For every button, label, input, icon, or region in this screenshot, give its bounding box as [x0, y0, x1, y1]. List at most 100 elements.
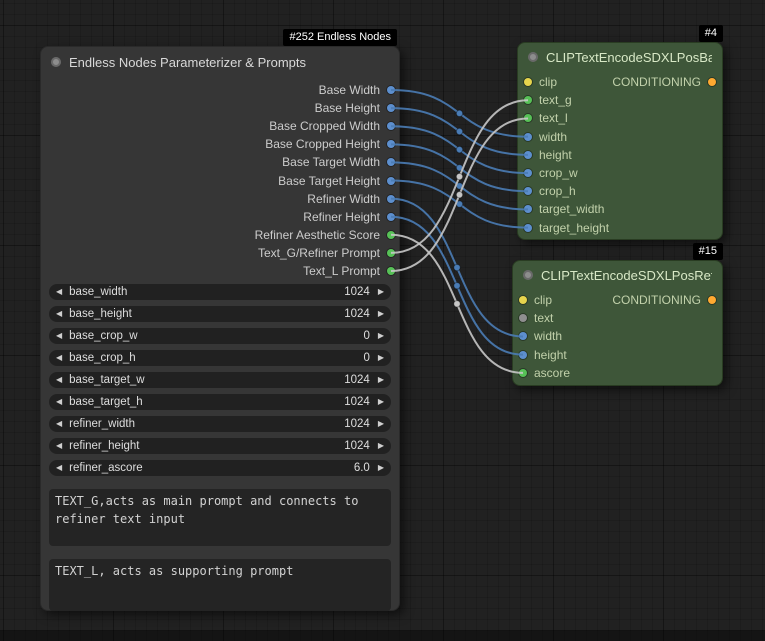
slot-dot[interactable]	[519, 369, 527, 377]
input-slot-text[interactable]: text	[513, 309, 722, 327]
collapse-dot[interactable]	[51, 57, 61, 67]
slot-dot[interactable]	[387, 195, 395, 203]
slot-dot[interactable]	[387, 140, 395, 148]
decrement-arrow-icon[interactable]: ◀	[56, 398, 62, 406]
input-slot-text_l[interactable]: text_l	[518, 109, 722, 127]
slot-dot[interactable]	[387, 158, 395, 166]
slot-dot[interactable]	[387, 249, 395, 257]
widget-value[interactable]: 1024	[344, 286, 370, 298]
collapse-dot[interactable]	[523, 270, 533, 280]
widget-value[interactable]: 1024	[344, 308, 370, 320]
slot-dot[interactable]	[519, 351, 527, 359]
input-slot-height[interactable]: height	[518, 146, 722, 164]
output-slot-conditioning[interactable]: CONDITIONING	[612, 73, 722, 91]
slot-dot[interactable]	[519, 314, 527, 322]
text-widget[interactable]: TEXT_L, acts as supporting prompt	[49, 559, 391, 611]
input-slot-ascore[interactable]: ascore	[513, 364, 722, 382]
node-graph-canvas[interactable]: Endless Nodes Parameterizer & Prompts Ba…	[0, 0, 765, 641]
widget-base_target_w[interactable]: ◀base_target_w1024▶	[49, 372, 391, 388]
slot-dot[interactable]	[387, 267, 395, 275]
slot-dot[interactable]	[708, 78, 716, 86]
slot-dot[interactable]	[524, 133, 532, 141]
output-slot[interactable]: Text_G/Refiner Prompt	[41, 244, 399, 262]
output-slot[interactable]: Base Width	[41, 81, 399, 99]
widget-base_crop_h[interactable]: ◀base_crop_h0▶	[49, 350, 391, 366]
base-node-header[interactable]: CLIPTextEncodeSDXLPosBase	[518, 43, 722, 71]
input-slot-crop_w[interactable]: crop_w	[518, 164, 722, 182]
increment-arrow-icon[interactable]: ▶	[378, 442, 384, 450]
widget-value[interactable]: 1024	[344, 418, 370, 430]
input-slot-target_height[interactable]: target_height	[518, 219, 722, 237]
increment-arrow-icon[interactable]: ▶	[378, 376, 384, 384]
output-slot[interactable]: Refiner Aesthetic Score	[41, 226, 399, 244]
widget-value[interactable]: 0	[363, 330, 369, 342]
slot-dot[interactable]	[387, 122, 395, 130]
output-slot[interactable]: Base Target Width	[41, 153, 399, 171]
decrement-arrow-icon[interactable]: ◀	[56, 464, 62, 472]
input-slot-width[interactable]: width	[518, 128, 722, 146]
slot-dot[interactable]	[524, 224, 532, 232]
slot-dot[interactable]	[519, 296, 527, 304]
input-slot-crop_h[interactable]: crop_h	[518, 182, 722, 200]
increment-arrow-icon[interactable]: ▶	[378, 464, 384, 472]
output-slot[interactable]: Text_L Prompt	[41, 262, 399, 280]
slot-dot[interactable]	[519, 332, 527, 340]
output-slot-conditioning[interactable]: CONDITIONING	[612, 291, 722, 309]
slot-dot[interactable]	[708, 296, 716, 304]
widget-base_crop_w[interactable]: ◀base_crop_w0▶	[49, 328, 391, 344]
increment-arrow-icon[interactable]: ▶	[378, 310, 384, 318]
increment-arrow-icon[interactable]: ▶	[378, 332, 384, 340]
output-slot[interactable]: Refiner Width	[41, 190, 399, 208]
decrement-arrow-icon[interactable]: ◀	[56, 354, 62, 362]
refiner-node-header[interactable]: CLIPTextEncodeSDXLPosRefiner	[513, 261, 722, 289]
text-widget[interactable]: TEXT_G,acts as main prompt and connects …	[49, 489, 391, 546]
widget-value[interactable]: 1024	[344, 396, 370, 408]
widget-value[interactable]: 1024	[344, 440, 370, 452]
widget-value[interactable]: 1024	[344, 374, 370, 386]
slot-dot[interactable]	[524, 187, 532, 195]
increment-arrow-icon[interactable]: ▶	[378, 420, 384, 428]
widget-base_height[interactable]: ◀base_height1024▶	[49, 306, 391, 322]
slot-dot[interactable]	[524, 78, 532, 86]
slot-dot[interactable]	[524, 205, 532, 213]
input-slot-text_g[interactable]: text_g	[518, 91, 722, 109]
widget-refiner_width[interactable]: ◀refiner_width1024▶	[49, 416, 391, 432]
widget-base_width[interactable]: ◀base_width1024▶	[49, 284, 391, 300]
decrement-arrow-icon[interactable]: ◀	[56, 420, 62, 428]
slot-dot[interactable]	[387, 86, 395, 94]
increment-arrow-icon[interactable]: ▶	[378, 398, 384, 406]
collapse-dot[interactable]	[528, 52, 538, 62]
increment-arrow-icon[interactable]: ▶	[378, 288, 384, 296]
widget-refiner_ascore[interactable]: ◀refiner_ascore6.0▶	[49, 460, 391, 476]
input-slot-width[interactable]: width	[513, 327, 722, 345]
output-slot[interactable]: Base Target Height	[41, 171, 399, 189]
output-slot[interactable]: Refiner Height	[41, 208, 399, 226]
output-slot[interactable]: Base Cropped Width	[41, 117, 399, 135]
decrement-arrow-icon[interactable]: ◀	[56, 288, 62, 296]
slot-dot[interactable]	[387, 177, 395, 185]
decrement-arrow-icon[interactable]: ◀	[56, 310, 62, 318]
decrement-arrow-icon[interactable]: ◀	[56, 442, 62, 450]
increment-arrow-icon[interactable]: ▶	[378, 354, 384, 362]
slot-dot[interactable]	[524, 96, 532, 104]
slot-dot[interactable]	[524, 114, 532, 122]
decrement-arrow-icon[interactable]: ◀	[56, 376, 62, 384]
param-node-header[interactable]: Endless Nodes Parameterizer & Prompts	[41, 47, 399, 77]
output-slot[interactable]: Base Cropped Height	[41, 135, 399, 153]
input-slot-target_width[interactable]: target_width	[518, 200, 722, 218]
slot-dot[interactable]	[387, 213, 395, 221]
widget-base_target_h[interactable]: ◀base_target_h1024▶	[49, 394, 391, 410]
node-clip-encode-refiner[interactable]: CLIPTextEncodeSDXLPosRefiner CONDITIONIN…	[512, 260, 723, 386]
slot-dot[interactable]	[524, 169, 532, 177]
widget-value[interactable]: 0	[363, 352, 369, 364]
input-slot-height[interactable]: height	[513, 346, 722, 364]
slot-dot[interactable]	[387, 104, 395, 112]
node-clip-encode-base[interactable]: CLIPTextEncodeSDXLPosBase CONDITIONING c…	[517, 42, 723, 240]
node-endless-parameterizer[interactable]: Endless Nodes Parameterizer & Prompts Ba…	[40, 46, 400, 611]
slot-dot[interactable]	[524, 151, 532, 159]
widget-refiner_height[interactable]: ◀refiner_height1024▶	[49, 438, 391, 454]
slot-dot[interactable]	[387, 231, 395, 239]
widget-value[interactable]: 6.0	[354, 462, 370, 474]
output-slot[interactable]: Base Height	[41, 99, 399, 117]
decrement-arrow-icon[interactable]: ◀	[56, 332, 62, 340]
